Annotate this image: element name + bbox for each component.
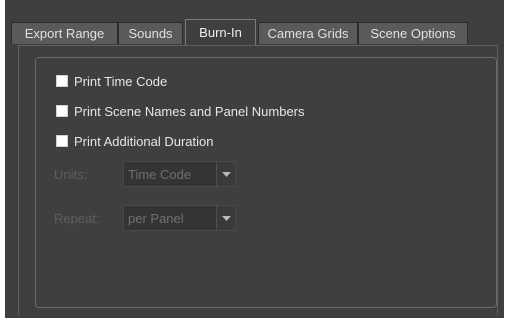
tab-label: Camera Grids (267, 26, 349, 41)
tab-sounds[interactable]: Sounds (118, 22, 183, 44)
units-label: Units: (54, 167, 88, 182)
chevron-down-icon[interactable] (216, 162, 235, 186)
units-value: Time Code (128, 166, 192, 182)
print-additional-duration-option[interactable]: Print Additional Duration (56, 132, 213, 150)
burn-in-tab-content: Print Time Code Print Scene Names and Pa… (18, 45, 498, 315)
repeat-dropdown[interactable]: per Panel (123, 205, 236, 231)
units-dropdown[interactable]: Time Code (123, 161, 236, 187)
tab-export-range[interactable]: Export Range (11, 22, 118, 44)
tab-camera-grids[interactable]: Camera Grids (258, 22, 358, 44)
tab-label: Export Range (24, 26, 105, 41)
tab-scene-options[interactable]: Scene Options (358, 22, 468, 44)
tab-burn-in[interactable]: Burn-In (185, 19, 256, 45)
print-scene-names-option[interactable]: Print Scene Names and Panel Numbers (56, 102, 305, 120)
burn-in-group: Print Time Code Print Scene Names and Pa… (35, 57, 497, 308)
print-scene-names-checkbox[interactable] (56, 105, 68, 117)
tab-label: Scene Options (370, 26, 456, 41)
tab-label: Sounds (128, 26, 173, 41)
print-time-code-checkbox[interactable] (56, 75, 68, 87)
repeat-value: per Panel (128, 210, 184, 226)
checkbox-label: Print Scene Names and Panel Numbers (74, 103, 305, 119)
print-time-code-option[interactable]: Print Time Code (56, 72, 167, 90)
print-additional-duration-checkbox[interactable] (56, 135, 68, 147)
chevron-down-icon[interactable] (216, 206, 235, 230)
checkbox-label: Print Time Code (74, 73, 168, 89)
tab-label: Burn-In (199, 25, 242, 40)
dialog-panel: Export Range Sounds Burn-In Camera Grids… (5, 0, 504, 318)
checkbox-label: Print Additional Duration (74, 133, 214, 149)
repeat-label: Repeat: (54, 211, 100, 226)
